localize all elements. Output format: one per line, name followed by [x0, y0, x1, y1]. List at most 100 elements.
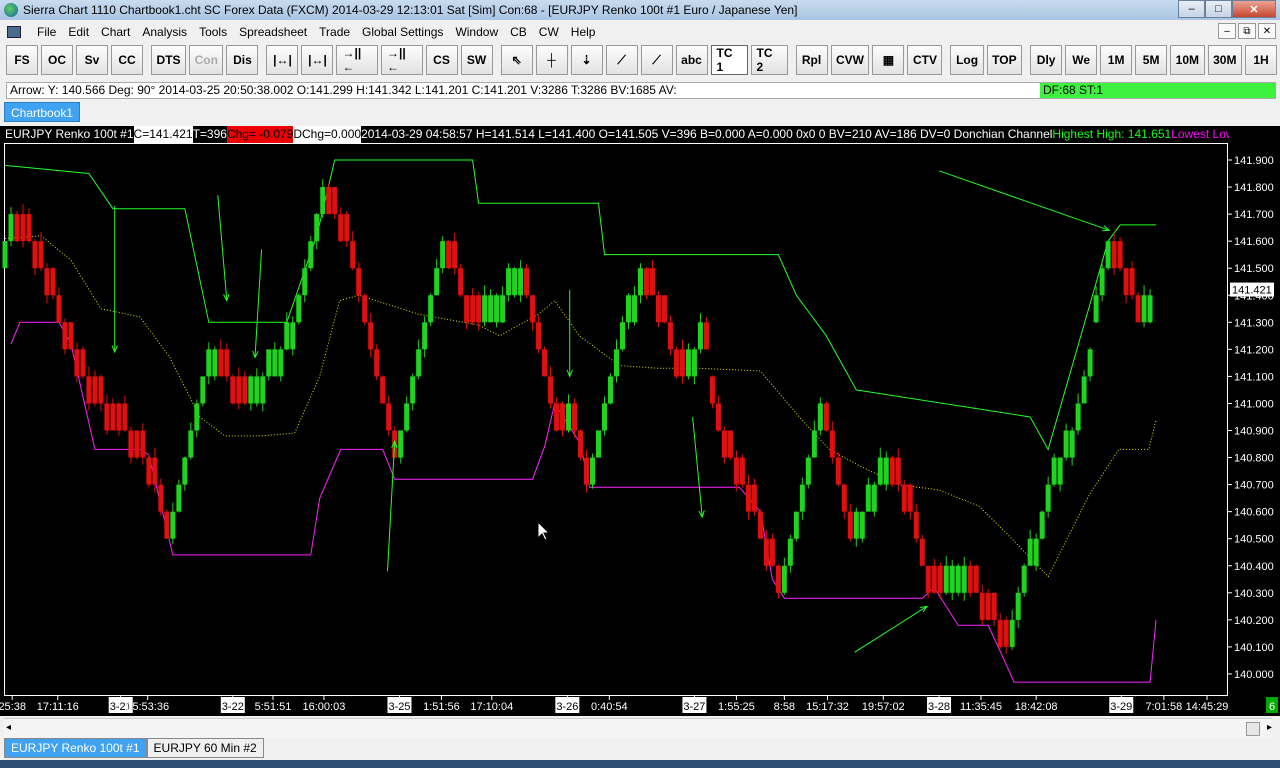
donchian-middle-line [4, 235, 1157, 578]
up-brick [1105, 241, 1111, 269]
minimize-button[interactable]: – [1178, 0, 1205, 18]
menu-cw[interactable]: CW [533, 25, 565, 39]
down-brick [679, 349, 685, 377]
toolbar-button-16[interactable]: ⟋ [605, 45, 638, 75]
menu-help[interactable]: Help [565, 25, 602, 39]
tab-eurjpy-renko[interactable]: EURJPY Renko 100t #1 [4, 738, 147, 758]
toolbar-button-0[interactable]: FS [6, 45, 38, 75]
toolbar-button-4[interactable]: DTS [151, 45, 187, 75]
down-brick [122, 403, 128, 431]
menu-chart[interactable]: Chart [95, 25, 136, 39]
menu-global-settings[interactable]: Global Settings [356, 25, 449, 39]
toolbar-button-30[interactable]: 5M [1135, 45, 1168, 75]
menu-spreadsheet[interactable]: Spreadsheet [233, 25, 313, 39]
scroll-thumb[interactable] [1246, 722, 1260, 736]
document-icon[interactable] [7, 25, 21, 38]
horizontal-scrollbar[interactable]: ◂ ▸ [4, 718, 1272, 738]
menu-tools[interactable]: Tools [193, 25, 233, 39]
x-tick-label: 3-28 [928, 701, 950, 713]
close-button[interactable]: ✕ [1232, 0, 1276, 18]
x-tick-label: 1:55:25 [718, 701, 755, 713]
down-brick [727, 430, 733, 458]
down-brick [649, 268, 655, 296]
y-tick-label: 141.700 [1234, 209, 1274, 221]
toolbar-button-11[interactable]: CS [425, 45, 458, 75]
toolbar-button-5[interactable]: Con [189, 45, 224, 75]
toolbar-button-20[interactable]: TC 2 [750, 45, 788, 75]
toolbar-button-15[interactable]: ⇣ [570, 45, 603, 75]
toolbar-button-8[interactable]: |↔| [301, 45, 334, 75]
toolbar-button-17[interactable]: ⟋ [640, 45, 673, 75]
down-brick [673, 349, 679, 377]
up-brick [188, 430, 194, 458]
toolbar-button-6[interactable]: Dis [226, 45, 259, 75]
toolbar-button-7[interactable]: |↔| [266, 45, 299, 75]
toolbar-button-1[interactable]: OC [41, 45, 73, 75]
toolbar-button-22[interactable]: CVW [830, 45, 870, 75]
price-chart[interactable]: 141.900 141.800 141.700 141.600 141.500 141.4… [0, 126, 1280, 716]
toolbar-button-33[interactable]: 1H [1245, 45, 1277, 75]
toolbar-button-24[interactable]: CTV [907, 45, 943, 75]
toolbar-button-13[interactable]: ⇖ [500, 45, 533, 75]
down-brick [1129, 268, 1135, 296]
up-brick [410, 376, 416, 404]
scroll-right-icon[interactable]: ▸ [1267, 722, 1272, 733]
down-brick [1003, 619, 1009, 647]
menu-window[interactable]: Window [449, 25, 504, 39]
toolbar-button-32[interactable]: 30M [1207, 45, 1242, 75]
tab-chartbook1[interactable]: Chartbook1 [4, 102, 81, 122]
up-brick [398, 430, 404, 458]
maximize-button[interactable]: □ [1205, 0, 1232, 18]
up-brick [566, 403, 572, 431]
toolbar-button-19[interactable]: TC 1 [710, 45, 748, 75]
up-brick [500, 295, 506, 323]
toolbar-button-2[interactable]: Sv [76, 45, 108, 75]
mdi-restore-button[interactable]: ⧉ [1238, 23, 1256, 39]
toolbar-button-23[interactable]: ▦ [872, 45, 905, 75]
down-brick [470, 295, 476, 323]
y-tick-label: 140.400 [1234, 561, 1274, 573]
toolbar-button-26[interactable]: TOP [986, 45, 1023, 75]
toolbar-button-3[interactable]: CC [111, 45, 143, 75]
toolbar-button-27[interactable]: Dly [1030, 45, 1063, 75]
up-brick [272, 349, 278, 377]
menu-analysis[interactable]: Analysis [136, 25, 193, 39]
toolbar-button-31[interactable]: 10M [1170, 45, 1205, 75]
toolbar-button-28[interactable]: We [1065, 45, 1098, 75]
menu-cb[interactable]: CB [504, 25, 533, 39]
toolbar-button-25[interactable]: Log [950, 45, 984, 75]
up-brick [811, 430, 817, 458]
down-brick [721, 430, 727, 458]
up-brick [871, 484, 877, 512]
x-tick-label: 11:35:45 [960, 701, 1002, 713]
up-brick [1027, 538, 1033, 566]
menu-edit[interactable]: Edit [62, 25, 95, 39]
toolbar-button-14[interactable]: ┼ [535, 45, 568, 75]
down-brick [979, 592, 985, 620]
down-brick [907, 484, 913, 512]
menu-trade[interactable]: Trade [313, 25, 356, 39]
down-brick [560, 403, 566, 431]
up-brick [308, 241, 314, 269]
y-tick-label: 140.500 [1234, 534, 1274, 546]
down-brick [236, 376, 242, 404]
x-tick-label: 3-26 [556, 701, 578, 713]
down-brick [889, 457, 895, 485]
toolbar-button-29[interactable]: 1M [1100, 45, 1133, 75]
toolbar-button-12[interactable]: SW [460, 45, 493, 75]
tab-eurjpy-60min[interactable]: EURJPY 60 Min #2 [146, 738, 264, 758]
down-brick [548, 376, 554, 404]
x-tick-label: 18:42:08 [1015, 701, 1058, 713]
toolbar-button-21[interactable]: Rpl [795, 45, 828, 75]
down-brick [134, 430, 140, 458]
toolbar-button-10[interactable]: →||← [381, 45, 423, 75]
scroll-left-icon[interactable]: ◂ [6, 722, 11, 733]
menu-file[interactable]: File [31, 25, 62, 39]
up-brick [781, 565, 787, 593]
toolbar-button-9[interactable]: →||← [336, 45, 378, 75]
toolbar-button-18[interactable]: abc [675, 45, 708, 75]
mdi-close-button[interactable]: ✕ [1258, 23, 1276, 39]
mdi-minimize-button[interactable]: – [1218, 23, 1236, 39]
y-tick-label: 140.900 [1234, 426, 1274, 438]
chart-area[interactable]: EURJPY Renko 100t #1 C=141.421 T=396 Chg… [0, 126, 1280, 716]
